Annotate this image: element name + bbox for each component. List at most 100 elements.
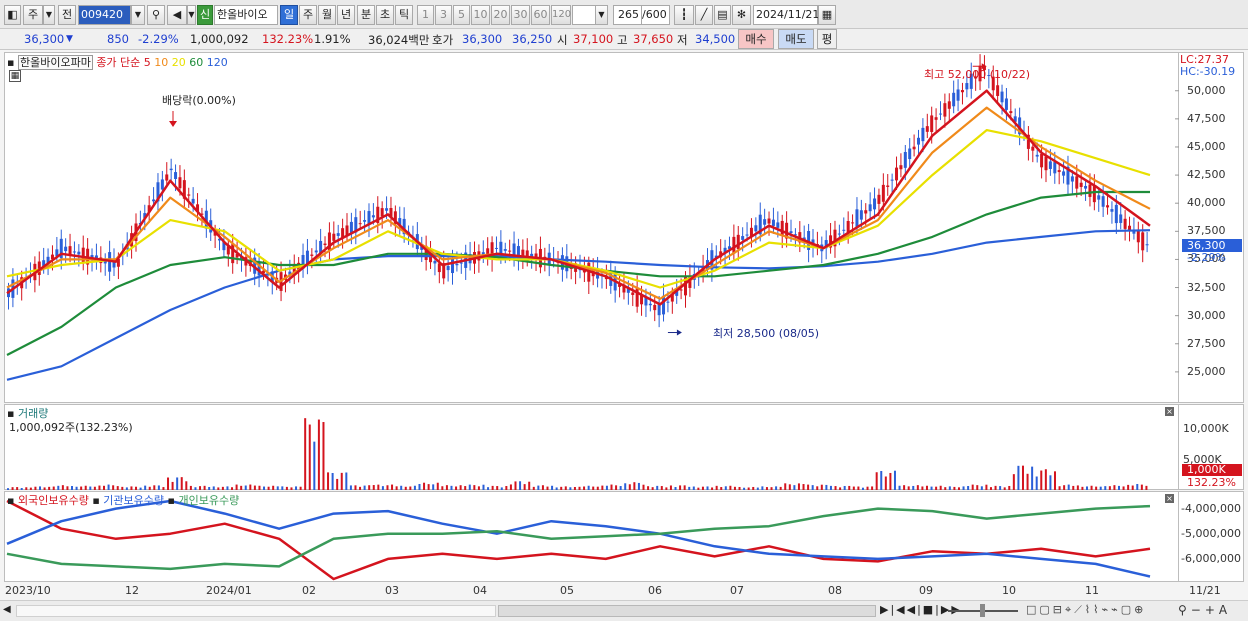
candle-body — [433, 260, 437, 264]
average-price-button[interactable]: 평 — [817, 29, 837, 49]
scroll-left-icon[interactable]: ◀ — [3, 604, 11, 615]
interval-1-button[interactable]: 1 — [417, 5, 434, 25]
open-label: 시 — [557, 33, 568, 47]
interval-30-button[interactable]: 30 — [511, 5, 530, 25]
volume-bar — [884, 476, 887, 490]
volume-bar — [925, 485, 928, 490]
grid-toggle-icon[interactable]: ▦ — [9, 70, 21, 82]
chart-scrollbar[interactable]: ◀ ▶|◀◀|■|▶▶ □▢⊟⌖⟋⌇⌇⌁⌁▢⊕ ⚲−+A — [0, 600, 1248, 621]
calendar-icon[interactable]: ▦ — [818, 5, 836, 25]
period-day-button[interactable]: 일 — [280, 5, 298, 25]
volume-bar — [1053, 471, 1056, 490]
volume-bar — [263, 486, 266, 490]
speaker-icon[interactable]: ◀ — [167, 5, 187, 25]
stock-name-field: 한올바이오 — [214, 5, 278, 25]
volume-bar — [907, 486, 910, 490]
volume-bar — [1127, 484, 1130, 490]
volume-bar — [368, 485, 371, 490]
candle-body — [653, 304, 657, 311]
volume-chart-svg[interactable] — [5, 405, 1180, 491]
draw-tools-strip[interactable]: □▢⊟⌖⟋⌇⌇⌁⌁▢⊕ — [1026, 603, 1146, 617]
save-icon[interactable]: ▤ — [714, 5, 731, 25]
candle-body — [1114, 204, 1118, 224]
sell-button[interactable]: 매도 — [778, 29, 814, 49]
interval-120-button[interactable]: 120 — [551, 5, 571, 25]
scope-select[interactable]: 전 — [58, 5, 76, 25]
chevron-down-icon[interactable]: ▼ — [187, 5, 196, 25]
period-tick-button[interactable]: 틱 — [395, 5, 413, 25]
zoom-controls[interactable]: ⚲−+A — [1178, 603, 1231, 617]
interval-5-button[interactable]: 5 — [453, 5, 470, 25]
candle-body — [767, 218, 771, 224]
volume-bar — [57, 485, 60, 490]
interval-3-button[interactable]: 3 — [435, 5, 452, 25]
volume-bar — [729, 485, 732, 490]
volume-bar — [34, 486, 37, 490]
candle-body — [851, 222, 855, 224]
holding-pane[interactable]: ▪ 외국인보유수량 ▪ 기관보유수량 ▪ 개인보유수량 × — [4, 491, 1179, 582]
volume-bar — [679, 485, 682, 490]
volume-bar — [349, 485, 352, 490]
count-input[interactable]: 265 — [613, 5, 642, 25]
close-icon[interactable]: × — [1165, 407, 1174, 416]
candle-body — [380, 208, 384, 217]
volume-bar — [788, 484, 791, 490]
window-menu-icon[interactable]: ◧ — [4, 5, 21, 25]
volume-bar — [253, 485, 256, 490]
candle-type-icon[interactable]: ┇ — [674, 5, 694, 25]
period-month-button[interactable]: 월 — [318, 5, 336, 25]
scroll-thumb[interactable] — [498, 605, 876, 617]
ma-label: 종가 단순 — [96, 56, 141, 69]
interval-20-button[interactable]: 20 — [491, 5, 510, 25]
candle-body — [1053, 162, 1057, 174]
volume-bar — [1076, 485, 1079, 490]
candle-body — [947, 101, 951, 109]
scroll-track[interactable] — [16, 605, 496, 617]
close-icon[interactable]: × — [1165, 494, 1174, 503]
date-input[interactable]: 2024/11/21 — [753, 5, 819, 25]
volume-bar — [1031, 466, 1034, 490]
search-icon[interactable]: ⚲ — [147, 5, 165, 25]
volume-bar — [921, 486, 924, 490]
volume-bar — [413, 485, 416, 490]
gear-icon[interactable]: ✻ — [732, 5, 751, 25]
volume-bar — [962, 486, 965, 490]
volume-bar — [43, 487, 46, 490]
volume-bar — [578, 486, 581, 490]
period-second-button[interactable]: 초 — [376, 5, 394, 25]
chevron-down-icon[interactable]: ▼ — [131, 5, 145, 25]
chevron-down-icon[interactable]: ▼ — [43, 5, 55, 25]
volume-bar — [509, 484, 512, 490]
candle-body — [1070, 176, 1074, 182]
volume-sub: 1,000,092주(132.23%) — [9, 421, 133, 434]
candle-body — [1110, 209, 1114, 212]
candle-body — [899, 165, 903, 170]
candle-body — [877, 194, 881, 204]
interval-60-button[interactable]: 60 — [531, 5, 550, 25]
period-minute-button[interactable]: 분 — [357, 5, 375, 25]
date-tick: 11 — [1085, 584, 1099, 597]
market-type-select[interactable]: 주 — [23, 5, 43, 25]
volume-bar — [1008, 485, 1011, 490]
candle-body — [165, 174, 169, 181]
volume-bar — [875, 472, 878, 490]
candle-body — [1009, 111, 1013, 114]
volume-bar — [441, 486, 444, 490]
volume-bar — [1021, 465, 1024, 490]
stock-code-input[interactable]: 009420 — [78, 5, 131, 25]
interval-10-button[interactable]: 10 — [471, 5, 490, 25]
volume-bar — [167, 477, 170, 490]
period-year-button[interactable]: 년 — [337, 5, 355, 25]
volume-bar — [98, 485, 101, 490]
volume-bar — [989, 487, 992, 490]
volume-pane[interactable]: ▪ 거래량 1,000,092주(132.23%) × — [4, 404, 1179, 490]
volume-bar — [66, 486, 69, 490]
period-week-button[interactable]: 주 — [299, 5, 317, 25]
zoom-slider-handle[interactable] — [980, 604, 985, 617]
chevron-down-icon[interactable]: ▼ — [595, 5, 608, 25]
volume-bar — [756, 487, 759, 490]
candle-body — [1092, 186, 1096, 203]
draw-tool-icon[interactable]: ╱ — [695, 5, 713, 25]
buy-button[interactable]: 매수 — [738, 29, 774, 49]
price-chart-pane[interactable]: ▪ 한올바이오파마 종가 단순 5 10 20 60 120 ▦ 배당락(0.0… — [4, 52, 1180, 403]
